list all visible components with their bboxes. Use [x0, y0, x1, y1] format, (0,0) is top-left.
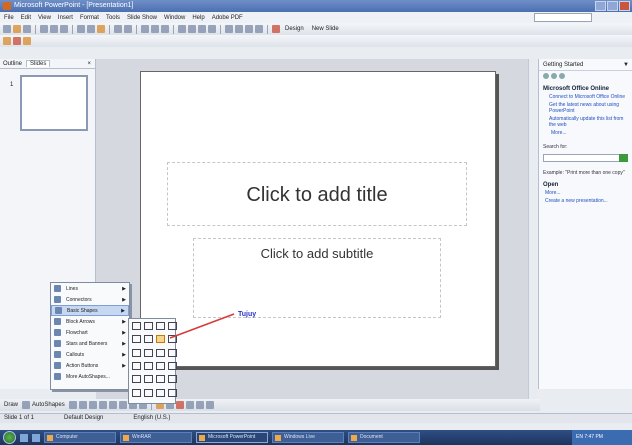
- taskbar-button[interactable]: Document: [348, 432, 420, 443]
- taskbar-button[interactable]: Computer: [44, 432, 116, 443]
- annotation-label: Tujuy: [238, 311, 257, 318]
- quick-launch-icon[interactable]: [20, 433, 28, 442]
- windows-taskbar: Computer WinRAR Microsoft PowerPoint Win…: [0, 430, 632, 445]
- annotation-arrow: [169, 313, 235, 339]
- taskbar-button[interactable]: Windows Live: [272, 432, 344, 443]
- taskbar-button[interactable]: WinRAR: [120, 432, 192, 443]
- quick-launch-icon[interactable]: [32, 433, 40, 442]
- system-tray: EN 7:47 PM: [572, 430, 632, 445]
- taskbar-button-active[interactable]: Microsoft PowerPoint: [196, 432, 268, 443]
- powerpoint-window: Microsoft PowerPoint - [Presentation1] F…: [0, 0, 632, 430]
- start-button[interactable]: [3, 431, 16, 444]
- annotation-line: [169, 313, 235, 339]
